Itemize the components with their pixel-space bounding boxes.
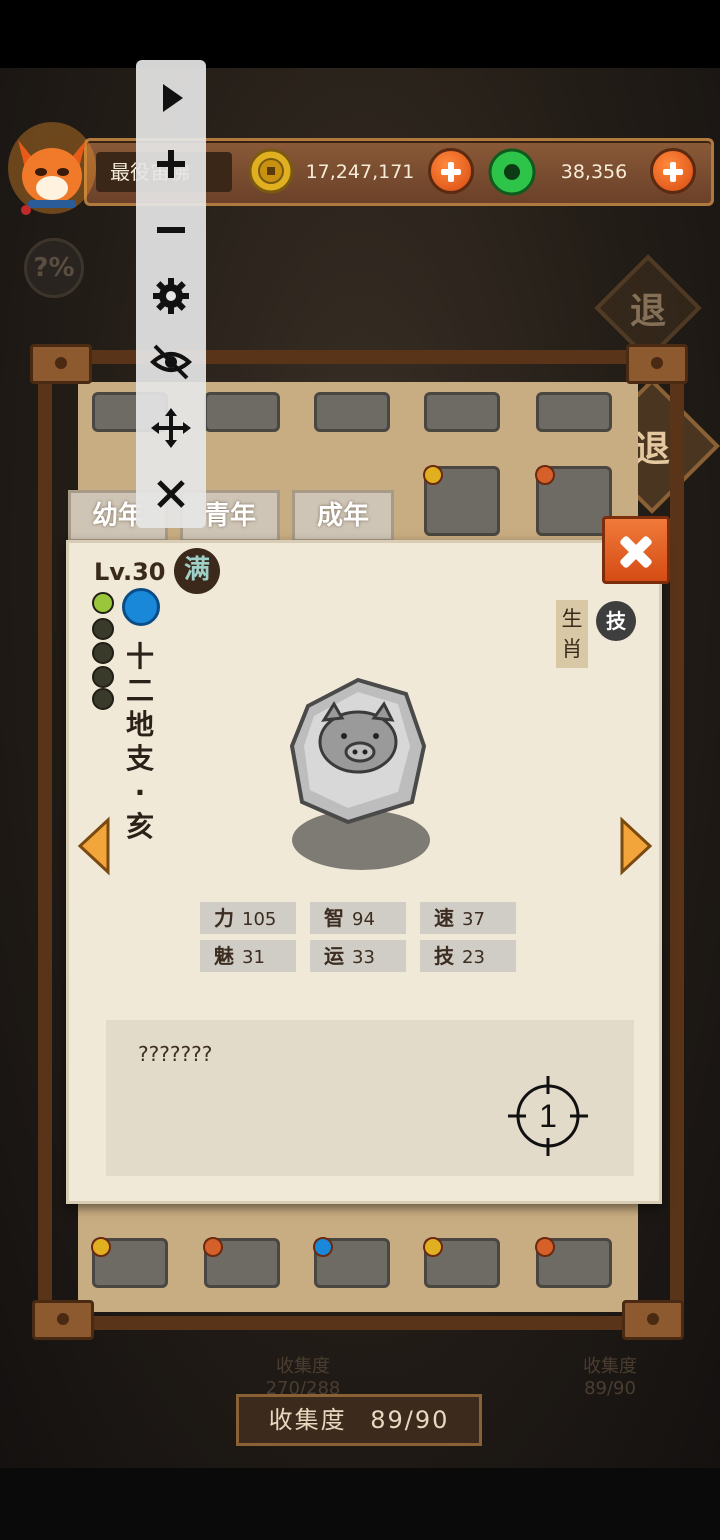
character-slot[interactable] [423, 1237, 500, 1288]
character-slot[interactable] [535, 1237, 612, 1288]
pig-stone-figure [289, 677, 427, 825]
percent-badge[interactable]: ?% [24, 238, 84, 298]
jade-count: 38,356 [560, 161, 628, 183]
growth-dot [92, 688, 114, 710]
name-char: 支 [125, 742, 154, 775]
floating-toolbar [136, 60, 206, 528]
zodiac-tag: 生肖 [556, 600, 588, 668]
water-drop-icon [122, 588, 160, 626]
growth-dot [92, 592, 114, 614]
rank-badge [423, 1237, 443, 1257]
coin-count: 17,247,171 [305, 161, 415, 183]
eye-off-icon[interactable] [145, 336, 197, 388]
faded-label: 收集度 [276, 1356, 330, 1377]
faded-collection-left: 收集度 270/288 [248, 1352, 358, 1399]
stat-name: 智 [324, 906, 344, 930]
previous-arrow-button[interactable] [76, 816, 112, 876]
name-char: 亥 [125, 810, 154, 843]
rank-badge [535, 1237, 555, 1257]
character-slot[interactable] [536, 392, 612, 432]
collection-progress: 收集度 89/90 [236, 1394, 482, 1446]
skill-button[interactable]: 技 [596, 601, 636, 641]
description-text: ??????? [138, 1042, 213, 1066]
crosshair-icon[interactable]: 1 [506, 1074, 590, 1158]
stat-luck: 运 33 [310, 940, 406, 972]
frame-post [622, 1300, 684, 1340]
rank-badge [203, 1237, 223, 1257]
name-char: · [134, 776, 146, 809]
close-button[interactable] [602, 516, 670, 584]
plus-icon[interactable] [145, 138, 197, 190]
character-slot[interactable] [91, 1237, 168, 1288]
tab-adult[interactable]: 成年 [292, 490, 394, 542]
character-slot[interactable] [535, 465, 612, 536]
stat-value: 23 [462, 947, 485, 968]
level-label: Lv.30 [94, 558, 166, 586]
jade-coin-icon [488, 148, 536, 196]
stat-name: 技 [434, 944, 454, 968]
add-jade-button[interactable] [650, 148, 696, 194]
name-char: 十 [125, 640, 154, 673]
next-arrow-button[interactable] [618, 816, 654, 876]
minus-icon[interactable] [145, 204, 197, 256]
rank-badge [535, 465, 555, 485]
bottom-area [0, 1468, 720, 1540]
move-icon[interactable] [145, 402, 197, 454]
crosshair-label: 1 [539, 1098, 557, 1134]
close-icon[interactable] [145, 468, 197, 520]
character-name: 十 二 地 支 · 亥 [122, 640, 158, 844]
stat-value: 105 [242, 909, 277, 930]
name-char: 地 [125, 708, 154, 741]
add-coins-button[interactable] [428, 148, 474, 194]
max-level-badge: 满 [174, 548, 220, 594]
character-slot[interactable] [203, 1237, 280, 1288]
collection-label: 收集度 [268, 1406, 347, 1434]
rank-badge [91, 1237, 111, 1257]
frame-post [30, 344, 92, 384]
stat-skill: 技 23 [420, 940, 516, 972]
rank-badge [313, 1237, 333, 1257]
stat-name: 力 [214, 906, 234, 930]
collection-value: 89/90 [370, 1406, 450, 1434]
frame-post [32, 1300, 94, 1340]
growth-dot [92, 642, 114, 664]
status-bar [0, 0, 720, 68]
character-slot[interactable] [314, 392, 390, 432]
faded-collection-right: 收集度 89/90 [556, 1352, 664, 1399]
growth-dot [92, 618, 114, 640]
gold-coin-icon [248, 148, 294, 194]
retreat-label-back: 退 [629, 290, 666, 332]
stat-value: 37 [462, 909, 485, 930]
stat-intellect: 智 94 [310, 902, 406, 934]
play-icon[interactable] [145, 72, 197, 124]
fox-avatar[interactable] [6, 110, 98, 220]
stat-name: 运 [324, 944, 344, 968]
growth-dot [92, 666, 114, 688]
stat-name: 速 [434, 906, 454, 930]
faded-label: 收集度 [583, 1356, 637, 1377]
stat-charm: 魅 31 [200, 940, 296, 972]
stat-value: 33 [352, 947, 375, 968]
stat-value: 31 [242, 947, 265, 968]
stat-strength: 力 105 [200, 902, 296, 934]
character-slot[interactable] [424, 392, 500, 432]
character-slot[interactable] [313, 1237, 390, 1288]
stat-name: 魅 [214, 944, 234, 968]
faded-value: 89/90 [584, 1378, 636, 1399]
rank-badge [423, 465, 443, 485]
character-slot[interactable] [423, 465, 500, 536]
frame-post [626, 344, 688, 384]
stat-speed: 速 37 [420, 902, 516, 934]
stat-value: 94 [352, 909, 375, 930]
character-slot[interactable] [204, 392, 280, 432]
name-char: 二 [125, 674, 154, 707]
gear-icon[interactable] [145, 270, 197, 322]
